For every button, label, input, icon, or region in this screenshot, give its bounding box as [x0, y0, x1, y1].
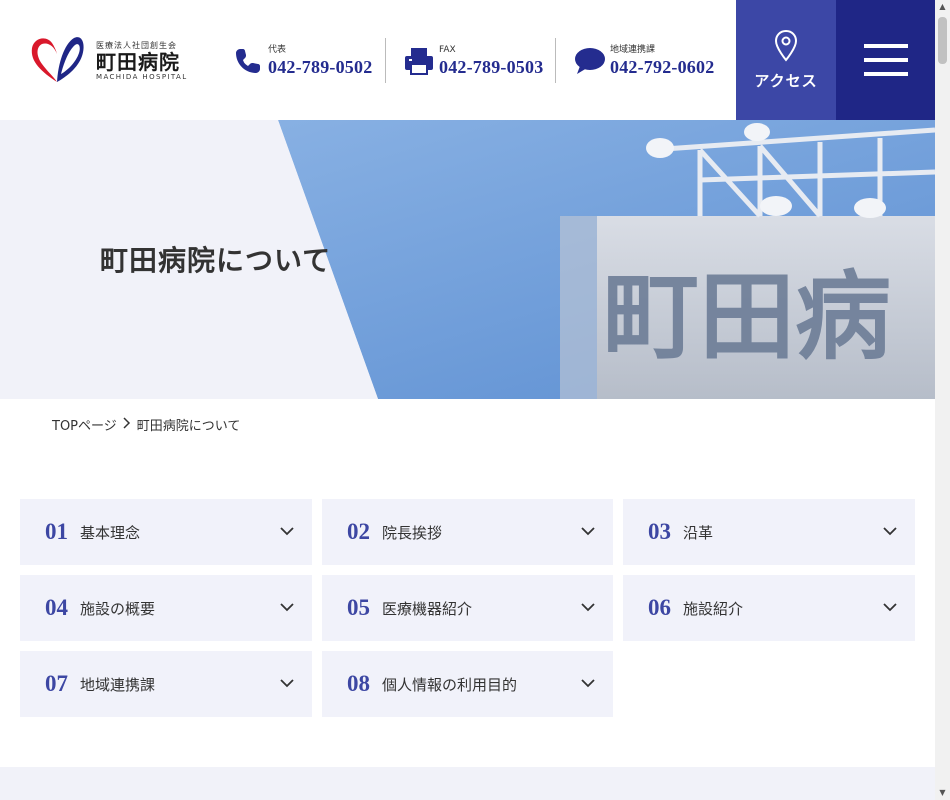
- chevron-right-icon: [123, 416, 131, 433]
- contact-label: 代表: [268, 45, 287, 55]
- breadcrumb-home-link[interactable]: TOPページ: [52, 415, 117, 434]
- chevron-down-icon: [581, 679, 595, 688]
- scroll-down-arrow-icon[interactable]: ▼: [938, 788, 947, 797]
- chat-icon: [574, 45, 606, 77]
- hamburger-menu-icon: [863, 44, 908, 76]
- contact-fax[interactable]: FAX 042-789-0503: [403, 38, 543, 84]
- nav-label: 個人情報の利用目的: [382, 675, 518, 694]
- nav-label: 施設紹介: [683, 599, 744, 618]
- nav-card-05[interactable]: 05 医療機器紹介: [322, 575, 613, 641]
- header-divider: [555, 38, 556, 83]
- chevron-down-icon: [280, 603, 294, 612]
- menu-button[interactable]: [836, 0, 935, 120]
- nav-number: 06: [648, 595, 671, 620]
- scrollbar-thumb[interactable]: [938, 17, 947, 64]
- nav-card-07[interactable]: 07 地域連携課: [20, 651, 312, 717]
- nav-number: 07: [45, 671, 68, 696]
- nav-label: 医療機器紹介: [382, 599, 473, 618]
- nav-card-01[interactable]: 01 基本理念: [20, 499, 312, 565]
- next-section-band: [0, 767, 935, 800]
- nav-label: 地域連携課: [80, 675, 156, 694]
- nav-card-02[interactable]: 02 院長挨拶: [322, 499, 613, 565]
- contact-label: FAX: [439, 45, 456, 55]
- nav-label: 院長挨拶: [382, 523, 443, 542]
- scroll-up-arrow-icon[interactable]: ▲: [938, 2, 947, 11]
- nav-number: 03: [648, 519, 671, 544]
- contact-number: 042-792-0602: [610, 57, 715, 77]
- fax-icon: [403, 45, 435, 77]
- breadcrumb: TOPページ 町田病院について: [52, 415, 240, 434]
- nav-card-08[interactable]: 08 個人情報の利用目的: [322, 651, 613, 717]
- nav-number: 08: [347, 671, 370, 696]
- hero-banner: 町田病 町田病院について: [0, 120, 935, 399]
- map-pin-icon: [774, 29, 798, 62]
- nav-label: 基本理念: [80, 523, 141, 542]
- chevron-down-icon: [280, 527, 294, 536]
- logo-subtitle: 医療法人社団創生会: [96, 40, 177, 50]
- heart-logo-icon: [31, 37, 84, 82]
- nav-label: 沿革: [683, 523, 714, 542]
- page: 医療法人社団創生会 町田病院 MACHIDA HOSPITAL 代表 042-7…: [0, 0, 950, 800]
- phone-icon: [232, 45, 264, 77]
- breadcrumb-current: 町田病院について: [136, 419, 241, 434]
- site-header: 医療法人社団創生会 町田病院 MACHIDA HOSPITAL 代表 042-7…: [0, 0, 935, 120]
- nav-card-06[interactable]: 06 施設紹介: [623, 575, 915, 641]
- nav-card-03[interactable]: 03 沿革: [623, 499, 915, 565]
- contact-regional-liaison[interactable]: 地域連携課 042-792-0602: [574, 38, 714, 84]
- access-label: アクセス: [754, 71, 818, 90]
- contact-number: 042-789-0503: [439, 57, 544, 77]
- page-title: 町田病院について: [100, 244, 332, 277]
- logo-name-en: MACHIDA HOSPITAL: [96, 72, 188, 81]
- contact-label: 地域連携課: [610, 45, 656, 55]
- chevron-down-icon: [883, 527, 897, 536]
- contact-number: 042-789-0502: [268, 57, 373, 77]
- chevron-down-icon: [280, 679, 294, 688]
- nav-number: 05: [347, 595, 370, 620]
- nav-number: 01: [45, 519, 68, 544]
- nav-label: 施設の概要: [80, 599, 156, 618]
- building-sign-text: 町田病: [603, 261, 891, 373]
- header-divider: [385, 38, 386, 83]
- nav-card-04[interactable]: 04 施設の概要: [20, 575, 312, 641]
- access-button[interactable]: アクセス: [736, 0, 836, 120]
- nav-number: 04: [45, 595, 68, 620]
- chevron-down-icon: [581, 527, 595, 536]
- vertical-scrollbar[interactable]: ▲ ▼: [935, 0, 950, 800]
- chevron-down-icon: [581, 603, 595, 612]
- site-logo[interactable]: 医療法人社団創生会 町田病院 MACHIDA HOSPITAL: [28, 34, 188, 86]
- logo-name: 町田病院: [96, 49, 180, 74]
- chevron-down-icon: [883, 603, 897, 612]
- nav-number: 02: [347, 519, 370, 544]
- contact-main-phone[interactable]: 代表 042-789-0502: [232, 38, 372, 84]
